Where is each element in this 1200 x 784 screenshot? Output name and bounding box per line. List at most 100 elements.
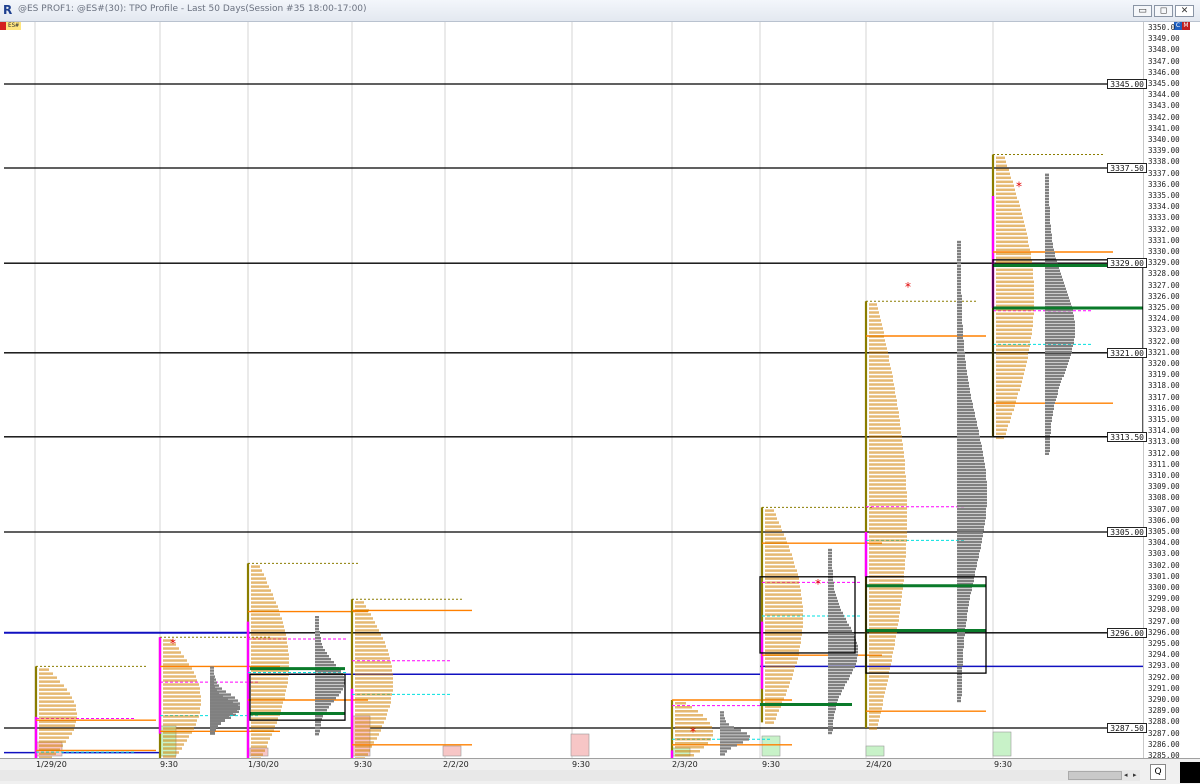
price-axis-label: 3339.00 xyxy=(1148,146,1180,156)
volume-profile-row xyxy=(957,507,986,511)
volume-profile-row xyxy=(957,270,961,274)
tpo-letter-row xyxy=(251,657,289,660)
volume-profile-row xyxy=(828,668,853,672)
zoom-icon[interactable]: Q xyxy=(1150,764,1166,780)
volume-profile-row xyxy=(210,672,214,675)
volume-profile-row xyxy=(957,459,984,463)
tpo-letter-row xyxy=(869,487,906,490)
tpo-letter-row xyxy=(765,569,797,572)
tpo-letter-row xyxy=(163,687,200,690)
volume-profile-row xyxy=(210,729,215,732)
volume-profile-row xyxy=(957,570,975,574)
volume-profile-row xyxy=(957,258,961,262)
scroll-right-arrow-icon[interactable]: ▸ xyxy=(1133,771,1137,779)
tpo-letter-row xyxy=(765,681,790,684)
tpo-letter-row xyxy=(251,585,269,588)
scroll-left-arrow-icon[interactable]: ◂ xyxy=(1124,771,1128,779)
level-price-tag[interactable]: 3287.50 xyxy=(1107,723,1147,733)
tpo-letter-row xyxy=(869,635,896,638)
volume-profile-row xyxy=(828,620,847,624)
tpo-letter-row xyxy=(869,387,895,390)
tpo-letter-row xyxy=(765,685,789,688)
tpo-letter-row xyxy=(869,691,885,694)
price-axis-label: 3290.00 xyxy=(1148,695,1180,704)
symbol-tag[interactable]: ES# xyxy=(0,22,21,30)
tpo-letter-row xyxy=(675,754,694,757)
volume-profile-row xyxy=(957,438,980,442)
level-price-tag[interactable]: 3329.00 xyxy=(1107,258,1147,269)
tpo-letter-row xyxy=(869,527,907,530)
tpo-letter-row xyxy=(251,601,276,604)
tpo-letter-row xyxy=(869,415,899,418)
tpo-letter-row xyxy=(996,328,1032,332)
volume-profile-row xyxy=(315,616,319,619)
volume-profile-row xyxy=(957,636,964,640)
level-price-tag[interactable]: 3345.00 xyxy=(1107,79,1147,89)
level-price-tag[interactable]: 3313.50 xyxy=(1107,431,1147,442)
volume-profile-row xyxy=(1045,392,1058,395)
level-price-tag[interactable]: 3296.00 xyxy=(1107,627,1147,638)
tpo-letter-row xyxy=(765,693,786,696)
volume-profile-row xyxy=(828,707,836,711)
volume-profile-row xyxy=(828,680,847,684)
close-button[interactable]: ✕ xyxy=(1175,5,1194,17)
tpo-letter-row xyxy=(869,699,883,702)
tpo-letter-row xyxy=(869,643,895,646)
volume-profile-row xyxy=(315,727,320,730)
volume-profile-row xyxy=(1045,332,1075,335)
tpo-letter-row xyxy=(355,641,385,644)
volume-profile-row xyxy=(210,696,235,699)
volume-profile-row xyxy=(315,679,345,682)
tpo-letter-row xyxy=(765,561,794,564)
tpo-letter-row xyxy=(251,609,279,612)
tpo-letter-row xyxy=(355,685,393,688)
volume-profile-row xyxy=(315,649,325,652)
price-axis-label: 3315.00 xyxy=(1148,415,1180,424)
volume-profile-row xyxy=(1045,377,1062,380)
scrollbar-thumb[interactable] xyxy=(1068,771,1122,780)
tpo-chart-area[interactable]: * * * * * xyxy=(0,22,1143,758)
volume-profile-row xyxy=(828,548,832,552)
tpo-letter-row xyxy=(355,753,368,756)
axis-top-marks: C M xyxy=(1174,22,1190,30)
tpo-letter-row xyxy=(251,689,286,692)
price-axis-label: 3309.00 xyxy=(1148,482,1180,492)
volume-profile-row xyxy=(1045,443,1050,446)
tpo-letter-row xyxy=(869,355,889,358)
time-axis-label: 2/2/20 xyxy=(443,760,469,769)
horizontal-scrollbar[interactable] xyxy=(0,770,1140,781)
price-axis-label: 3288.00 xyxy=(1148,717,1180,727)
volume-profile-row xyxy=(957,657,963,661)
volume-profile-row xyxy=(957,336,963,340)
volume-profile-row xyxy=(315,721,321,724)
volume-profile-row xyxy=(828,593,836,597)
tpo-letter-row xyxy=(869,431,901,434)
volume-profile-row xyxy=(957,699,961,703)
minimize-button[interactable]: ▭ xyxy=(1133,5,1152,17)
volume-profile-row xyxy=(828,722,833,726)
volume-profile-row xyxy=(1045,272,1061,275)
volume-profile-row xyxy=(1045,311,1073,314)
volume-profile-row xyxy=(828,617,846,621)
tpo-letter-row xyxy=(996,408,1014,412)
app-icon: R xyxy=(3,3,13,17)
tpo-letter-row xyxy=(996,356,1028,360)
tpo-letter-row xyxy=(996,188,1015,192)
tpo-letter-row xyxy=(869,307,878,310)
level-price-tag[interactable]: 3305.00 xyxy=(1107,527,1147,537)
tpo-letter-row xyxy=(355,741,374,744)
axis-mark-m[interactable]: M xyxy=(1182,22,1190,30)
volume-profile-row xyxy=(957,543,981,547)
tpo-letter-row xyxy=(675,706,692,709)
corner-block xyxy=(1180,762,1200,783)
tpo-letter-row xyxy=(251,649,288,652)
price-axis-label: 3316.00 xyxy=(1148,403,1180,413)
volume-profile-row xyxy=(1045,302,1071,305)
axis-mark-c[interactable]: C xyxy=(1174,22,1182,30)
level-price-tag[interactable]: 3337.50 xyxy=(1107,163,1147,173)
tpo-letter-row xyxy=(355,701,391,704)
level-price-tag[interactable]: 3321.00 xyxy=(1107,347,1147,358)
volume-profile-row xyxy=(957,663,963,667)
restore-button[interactable]: ◻ xyxy=(1154,5,1173,17)
volume-profile-row xyxy=(828,683,845,687)
